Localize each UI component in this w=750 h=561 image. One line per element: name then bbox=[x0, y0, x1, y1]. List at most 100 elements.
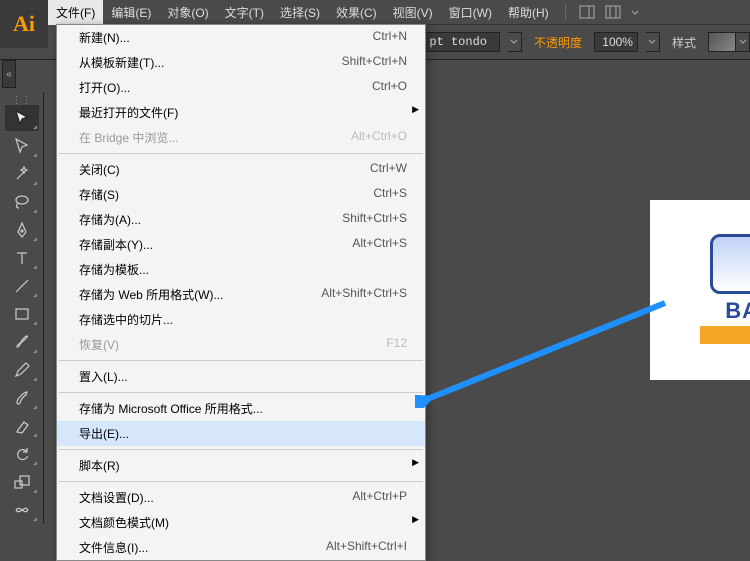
menu-item-13: 恢复(V)F12 bbox=[57, 332, 425, 357]
tool-direct-selection[interactable] bbox=[5, 133, 39, 159]
file-dropdown-menu: 新建(N)...Ctrl+N 从模板新建(T)... Shift+Ctrl+N 打开(… bbox=[56, 24, 426, 561]
menu-item-label: 存储为 Microsoft Office 所用格式... bbox=[79, 400, 263, 417]
menu-item-1[interactable]: 从模板新建(T)... Shift+Ctrl+N bbox=[57, 50, 425, 75]
tool-lasso[interactable] bbox=[5, 189, 39, 215]
tool-selection[interactable] bbox=[5, 105, 39, 131]
menu-item-label: 从模板新建(T)... bbox=[79, 54, 164, 71]
opacity-field[interactable] bbox=[594, 32, 638, 52]
submenu-arrow-icon: ▶ bbox=[412, 104, 419, 115]
graphic-style-swatch[interactable] bbox=[708, 32, 750, 52]
toolbar-grip[interactable]: ⋮⋮ bbox=[10, 96, 34, 104]
layout-basic-icon[interactable] bbox=[578, 3, 596, 21]
layout-dropdown-icon[interactable] bbox=[630, 3, 640, 21]
layout-split-icon[interactable] bbox=[604, 3, 622, 21]
menu-item-6[interactable]: 关闭(C)Ctrl+W bbox=[57, 157, 425, 182]
chevron-down-icon[interactable] bbox=[736, 32, 750, 52]
menu-item-7[interactable]: 存储(S) Ctrl+S bbox=[57, 182, 425, 207]
menu-shortcut: Ctrl+N bbox=[353, 29, 407, 46]
menu-item-8[interactable]: 存储为(A)... Shift+Ctrl+S bbox=[57, 207, 425, 232]
tool-pencil[interactable] bbox=[5, 357, 39, 383]
banner-shape bbox=[700, 326, 750, 344]
menu-item-label: 存储为 Web 所用格式(W)... bbox=[79, 286, 223, 303]
tool-scale[interactable] bbox=[5, 469, 39, 495]
menu-separator bbox=[59, 449, 423, 450]
menu-item-10[interactable]: 存储为模板... bbox=[57, 257, 425, 282]
tool-blob-brush[interactable] bbox=[5, 385, 39, 411]
menu-separator bbox=[59, 481, 423, 482]
menu-separator bbox=[59, 153, 423, 154]
menu-help[interactable]: 帮助(H) bbox=[500, 0, 557, 25]
tool-rectangle[interactable] bbox=[5, 301, 39, 327]
menu-item-label: 脚本(R) bbox=[79, 457, 120, 474]
tool-rotate[interactable] bbox=[5, 441, 39, 467]
menu-item-17[interactable]: 存储为 Microsoft Office 所用格式... bbox=[57, 396, 425, 421]
artwork-badge: BAS bbox=[700, 234, 750, 346]
menu-object[interactable]: 对象(O) bbox=[159, 0, 216, 25]
tool-width[interactable] bbox=[5, 497, 39, 523]
tool-line[interactable] bbox=[5, 273, 39, 299]
menu-shortcut: Shift+Ctrl+N bbox=[322, 54, 407, 71]
menu-select[interactable]: 选择(S) bbox=[272, 0, 328, 25]
menu-item-24[interactable]: 文件信息(I)... Alt+Shift+Ctrl+I bbox=[57, 535, 425, 560]
menu-item-label: 存储副本(Y)... bbox=[79, 236, 153, 253]
menu-separator bbox=[59, 360, 423, 361]
menu-edit[interactable]: 编辑(E) bbox=[103, 0, 159, 25]
menu-item-20[interactable]: 脚本(R) ▶ bbox=[57, 453, 425, 478]
menu-item-label: 存储(S) bbox=[79, 186, 119, 203]
submenu-arrow-icon: ▶ bbox=[412, 514, 419, 525]
control-panel-toggle[interactable]: « bbox=[2, 60, 16, 88]
chevron-down-icon[interactable] bbox=[646, 32, 660, 52]
menu-item-label: 置入(L)... bbox=[79, 368, 128, 385]
menu-item-9[interactable]: 存储副本(Y)...Alt+Ctrl+S bbox=[57, 232, 425, 257]
artwork-text: BAS bbox=[700, 298, 750, 324]
menu-item-label: 最近打开的文件(F) bbox=[79, 104, 178, 121]
tool-type[interactable] bbox=[5, 245, 39, 271]
menubar-separator bbox=[565, 3, 566, 21]
menu-file[interactable]: 文件(F) bbox=[48, 0, 103, 25]
menubar: 文件(F) 编辑(E) 对象(O) 文字(T) 选择(S) 效果(C) 视图(V… bbox=[0, 0, 750, 24]
menu-item-label: 存储为(A)... bbox=[79, 211, 141, 228]
menu-window[interactable]: 窗口(W) bbox=[441, 0, 500, 25]
menu-item-label: 文件信息(I)... bbox=[79, 539, 148, 556]
menu-view[interactable]: 视图(V) bbox=[385, 0, 441, 25]
menu-item-23[interactable]: 文档颜色模式(M) ▶ bbox=[57, 510, 425, 535]
toolbar: ⋮⋮ bbox=[0, 92, 44, 524]
menu-item-label: 文档设置(D)... bbox=[79, 489, 154, 506]
menu-item-0[interactable]: 新建(N)...Ctrl+N bbox=[57, 25, 425, 50]
menu-item-label: 导出(E)... bbox=[79, 425, 129, 442]
menu-text[interactable]: 文字(T) bbox=[217, 0, 272, 25]
menu-item-label: 关闭(C) bbox=[79, 161, 120, 178]
menu-item-2[interactable]: 打开(O)...Ctrl+O bbox=[57, 75, 425, 100]
menu-item-15[interactable]: 置入(L)... bbox=[57, 364, 425, 389]
menu-item-label: 存储为模板... bbox=[79, 261, 149, 278]
tool-brush[interactable] bbox=[5, 329, 39, 355]
menu-item-3[interactable]: 最近打开的文件(F) ▶ bbox=[57, 100, 425, 125]
menu-shortcut: Alt+Ctrl+P bbox=[332, 489, 407, 506]
tool-eraser[interactable] bbox=[5, 413, 39, 439]
menu-shortcut: Ctrl+O bbox=[352, 79, 407, 96]
menu-shortcut: Ctrl+S bbox=[353, 186, 407, 203]
tool-pen[interactable] bbox=[5, 217, 39, 243]
menu-effect[interactable]: 效果(C) bbox=[328, 0, 385, 25]
menu-shortcut: F12 bbox=[366, 336, 407, 353]
menu-item-11[interactable]: 存储为 Web 所用格式(W)... Alt+Shift+Ctrl+S bbox=[57, 282, 425, 307]
menu-item-22[interactable]: 文档设置(D)... Alt+Ctrl+P bbox=[57, 485, 425, 510]
menu-item-label: 在 Bridge 中浏览... bbox=[79, 129, 178, 146]
annotation-arrow bbox=[415, 298, 675, 413]
tool-magic-wand[interactable] bbox=[5, 161, 39, 187]
submenu-arrow-icon: ▶ bbox=[412, 457, 419, 468]
opacity-label: 不透明度 bbox=[530, 34, 586, 51]
menu-shortcut: Alt+Ctrl+O bbox=[331, 129, 407, 146]
menu-item-18[interactable]: 导出(E)... bbox=[57, 421, 425, 446]
style-label: 样式 bbox=[668, 34, 700, 51]
menu-item-label: 文档颜色模式(M) bbox=[79, 514, 169, 531]
menu-shortcut: Alt+Shift+Ctrl+I bbox=[306, 539, 407, 556]
shield-icon bbox=[710, 234, 750, 294]
app-logo: Ai bbox=[0, 0, 48, 48]
menu-separator bbox=[59, 392, 423, 393]
menu-shortcut: Alt+Shift+Ctrl+S bbox=[301, 286, 407, 303]
menu-shortcut: Shift+Ctrl+S bbox=[322, 211, 407, 228]
menu-item-4: 在 Bridge 中浏览... Alt+Ctrl+O bbox=[57, 125, 425, 150]
menu-item-12[interactable]: 存储选中的切片... bbox=[57, 307, 425, 332]
chevron-down-icon[interactable] bbox=[508, 32, 522, 52]
